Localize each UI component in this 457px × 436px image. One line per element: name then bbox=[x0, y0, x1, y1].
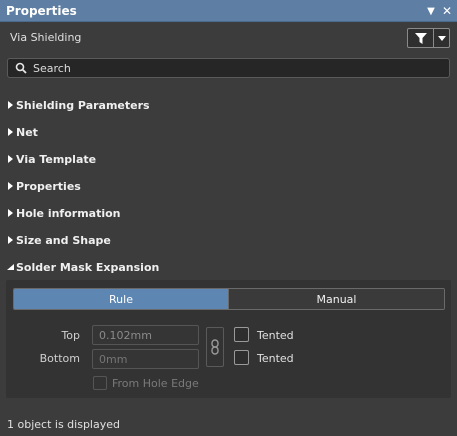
object-type-label: Via Shielding bbox=[10, 31, 82, 44]
from-hole-edge-label: From Hole Edge bbox=[112, 377, 199, 390]
mode-toggle: Rule Manual bbox=[13, 288, 445, 310]
rule-mode-button[interactable]: Rule bbox=[14, 289, 229, 309]
manual-mode-button[interactable]: Manual bbox=[229, 289, 444, 309]
bottom-label: Bottom bbox=[39, 352, 80, 365]
expand-arrow-icon bbox=[6, 155, 14, 163]
filter-dropdown-button[interactable] bbox=[434, 29, 449, 47]
link-icon bbox=[211, 339, 219, 355]
pin-icon[interactable]: ▼ bbox=[424, 3, 438, 19]
section-shielding-parameters[interactable]: Shielding Parameters bbox=[0, 94, 457, 116]
section-properties[interactable]: Properties bbox=[0, 175, 457, 197]
panel-title: Properties bbox=[6, 3, 77, 18]
section-size-and-shape[interactable]: Size and Shape bbox=[0, 229, 457, 251]
collapse-arrow-icon bbox=[6, 263, 14, 271]
dropdown-arrow-icon bbox=[437, 35, 446, 41]
section-hole-information[interactable]: Hole information bbox=[0, 202, 457, 224]
filter-control bbox=[407, 28, 450, 48]
top-expansion-field[interactable] bbox=[92, 325, 199, 345]
section-via-template[interactable]: Via Template bbox=[0, 148, 457, 170]
section-label: Solder Mask Expansion bbox=[16, 260, 160, 274]
expand-arrow-icon bbox=[6, 101, 14, 109]
search-input[interactable] bbox=[33, 61, 433, 75]
section-label: Net bbox=[16, 125, 38, 139]
expand-arrow-icon bbox=[6, 236, 14, 244]
section-label: Size and Shape bbox=[16, 233, 111, 247]
section-label: Shielding Parameters bbox=[16, 98, 150, 112]
panel-titlebar: Properties ▼ ✕ bbox=[0, 0, 457, 22]
tented-top-label: Tented bbox=[257, 329, 294, 342]
tented-bottom-checkbox[interactable] bbox=[234, 350, 249, 365]
section-label: Properties bbox=[16, 179, 81, 193]
link-toggle-button[interactable] bbox=[206, 327, 224, 367]
section-label: Via Template bbox=[16, 152, 97, 166]
expand-arrow-icon bbox=[6, 128, 14, 136]
status-text: 1 object is displayed bbox=[7, 418, 120, 431]
bottom-expansion-field[interactable] bbox=[92, 349, 199, 369]
search-icon bbox=[15, 62, 27, 74]
solder-mask-panel: Rule Manual Top Bottom Tented Tented Fro… bbox=[6, 280, 451, 398]
search-box bbox=[7, 58, 450, 78]
tented-top-checkbox[interactable] bbox=[234, 327, 249, 342]
close-icon[interactable]: ✕ bbox=[440, 3, 454, 19]
section-label: Hole information bbox=[16, 206, 121, 220]
top-label: Top bbox=[61, 329, 80, 342]
object-header: Via Shielding bbox=[0, 22, 457, 54]
filter-icon bbox=[414, 32, 427, 44]
filter-button[interactable] bbox=[408, 29, 434, 47]
from-hole-edge-checkbox[interactable] bbox=[93, 376, 107, 390]
tented-bottom-label: Tented bbox=[257, 352, 294, 365]
expand-arrow-icon bbox=[6, 209, 14, 217]
section-net[interactable]: Net bbox=[0, 121, 457, 143]
expand-arrow-icon bbox=[6, 182, 14, 190]
section-solder-mask-expansion[interactable]: Solder Mask Expansion bbox=[0, 256, 457, 278]
